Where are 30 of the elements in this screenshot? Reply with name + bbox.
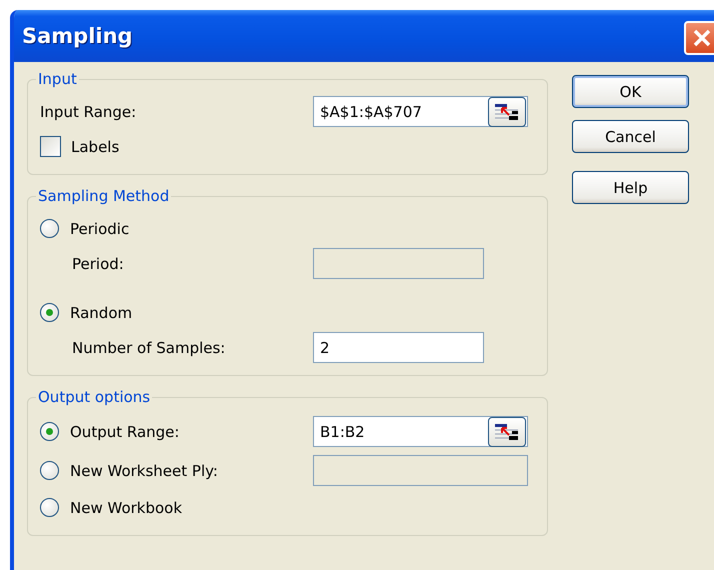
- close-button[interactable]: [684, 21, 714, 55]
- input-field[interactable]: B1:B2: [313, 416, 528, 447]
- option-label: Random: [70, 304, 132, 322]
- dialog-button[interactable]: Cancel: [572, 120, 689, 153]
- checkbox-label: Labels: [71, 138, 120, 156]
- field-label: Number of Samples:: [72, 338, 226, 356]
- checkbox[interactable]: [40, 136, 61, 157]
- dialog-button[interactable]: Help: [572, 171, 689, 204]
- option-label: Periodic: [70, 220, 130, 238]
- radio-button[interactable]: [40, 219, 59, 238]
- close-icon: [691, 27, 713, 49]
- range-select-button[interactable]: [488, 96, 526, 126]
- option-label: New Workbook: [70, 498, 182, 516]
- group-title: Input: [37, 70, 78, 88]
- dialog-button[interactable]: OK: [572, 75, 689, 108]
- range-select-icon: [494, 422, 520, 440]
- range-select-button[interactable]: [488, 416, 526, 446]
- radio-button[interactable]: [40, 498, 59, 517]
- field-label: Input Range:: [40, 102, 138, 120]
- group-title: Output options: [37, 388, 152, 406]
- radio-button[interactable]: [40, 422, 59, 441]
- option-label: Output Range:: [70, 422, 180, 440]
- input-field[interactable]: 2: [313, 332, 484, 363]
- field-label: Period:: [72, 254, 125, 272]
- option-label: New Worksheet Ply:: [70, 462, 219, 480]
- input-field[interactable]: $A$1:$A$707: [313, 96, 528, 127]
- radio-button[interactable]: [40, 303, 59, 322]
- group-title: Sampling Method: [37, 187, 170, 205]
- range-select-icon: [494, 102, 520, 120]
- window-title: Sampling: [22, 24, 133, 48]
